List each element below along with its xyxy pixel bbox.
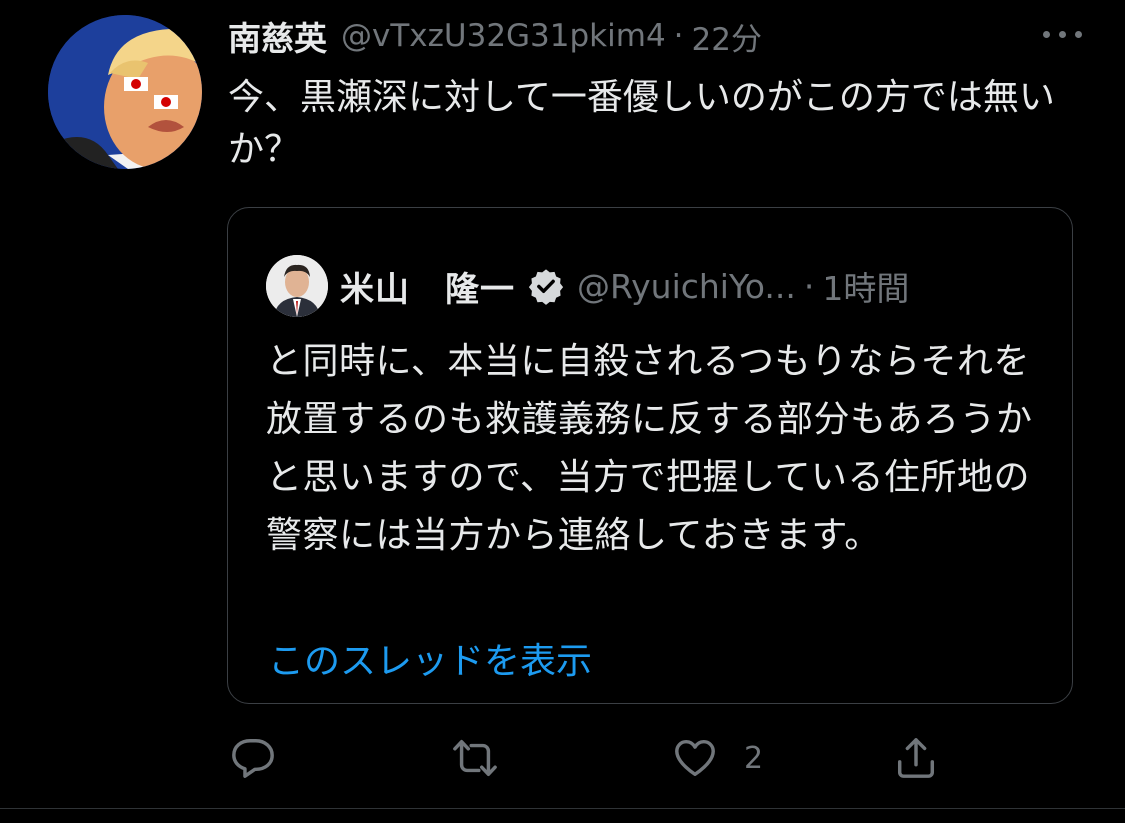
quoted-header-separator: · — [803, 266, 815, 306]
show-thread-link[interactable]: このスレッドを表示 — [268, 632, 592, 684]
quoted-tweet-header: 米山 隆一 @RyuichiYo... · 1時間 — [266, 254, 909, 318]
quoted-tweet-text: と同時に、本当に自殺されるつもりならそれを放置するのも救護義務に反する部分もあろ… — [266, 341, 1033, 556]
like-button[interactable]: 2 — [672, 730, 763, 786]
like-count: 2 — [744, 740, 764, 776]
author-name[interactable]: 南慈英 — [228, 12, 327, 60]
tweet-timestamp[interactable]: 22分 — [692, 14, 762, 59]
like-icon — [675, 739, 715, 777]
author-handle[interactable]: @vTxzU32G31pkim4 — [341, 18, 666, 54]
retweet-icon — [453, 739, 497, 777]
header-separator: · — [673, 18, 684, 54]
reply-button[interactable] — [230, 730, 276, 786]
quoted-author-handle[interactable]: @RyuichiYo... — [577, 267, 796, 306]
tweet-text: 今、黒瀬深に対して一番優しいのがこの方では無いか？ — [228, 77, 1055, 170]
reply-icon — [232, 739, 274, 778]
author-avatar[interactable] — [48, 15, 202, 169]
tweet-divider — [0, 808, 1125, 809]
quoted-tweet[interactable]: 米山 隆一 @RyuichiYo... · 1時間 と同時に、本当に自殺されるつ… — [227, 207, 1073, 704]
quoted-author-name[interactable]: 米山 隆一 — [340, 262, 515, 311]
tweet-actions: 2 — [0, 730, 1125, 790]
quoted-author-avatar[interactable] — [266, 255, 328, 317]
share-button[interactable] — [893, 730, 939, 786]
tweet-header: 南慈英 @vTxzU32G31pkim4 · 22分 — [228, 10, 762, 62]
retweet-button[interactable] — [452, 730, 498, 786]
share-icon — [897, 738, 935, 778]
quoted-tweet-timestamp[interactable]: 1時間 — [822, 262, 909, 310]
verified-badge-icon — [528, 269, 564, 305]
more-horizontal-icon[interactable] — [1041, 16, 1085, 52]
tweet[interactable]: 南慈英 @vTxzU32G31pkim4 · 22分 今、黒瀬深に対して一番優し… — [0, 0, 1125, 823]
